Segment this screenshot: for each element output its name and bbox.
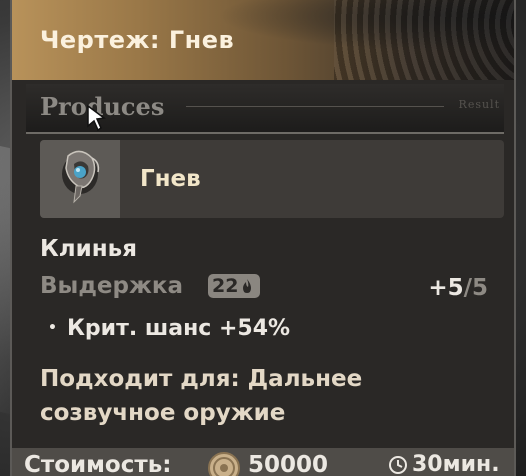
- flame-icon: [243, 279, 252, 293]
- weapon-type: Клинья: [40, 236, 137, 262]
- refinement-current: +5: [428, 275, 464, 301]
- suitable-for-text: Подходит для: Дальнее созвучное оружие: [40, 366, 363, 426]
- durability-label: Выдержка: [40, 273, 183, 299]
- tuning-module-icon: [62, 150, 100, 204]
- header-decoration: [334, 0, 514, 80]
- tooltip-header: Чертеж: Гнев: [12, 0, 514, 80]
- stat-text: Крит. шанс +54%: [66, 316, 291, 341]
- durability-value: 22: [212, 275, 239, 297]
- refinement-max: /5: [463, 275, 488, 301]
- mouse-cursor-icon: [87, 104, 106, 132]
- product-item[interactable]: Гнев: [40, 140, 504, 218]
- coin-icon: [208, 452, 240, 476]
- stat-bullet: •: [48, 320, 57, 336]
- refinement-level: +5/5: [428, 275, 488, 301]
- cost-footer: Стоимость: 50000 30мин.: [12, 448, 514, 476]
- product-name: Гнев: [140, 166, 201, 192]
- cost-label: Стоимость:: [24, 452, 172, 476]
- durability-badge: 22: [208, 274, 261, 298]
- product-icon-box: [40, 140, 120, 218]
- time-value: 30мин.: [412, 452, 500, 476]
- tooltip-title: Чертеж: Гнев: [40, 26, 235, 54]
- clock-icon: [389, 456, 407, 474]
- section-divider: [186, 106, 444, 107]
- cost-value: 50000: [248, 452, 329, 476]
- stat-line: • Крит. шанс +54%: [48, 316, 290, 341]
- result-label: Result: [458, 98, 500, 111]
- blueprint-tooltip: Чертеж: Гнев Produces Result Гнев Клинья…: [10, 0, 516, 476]
